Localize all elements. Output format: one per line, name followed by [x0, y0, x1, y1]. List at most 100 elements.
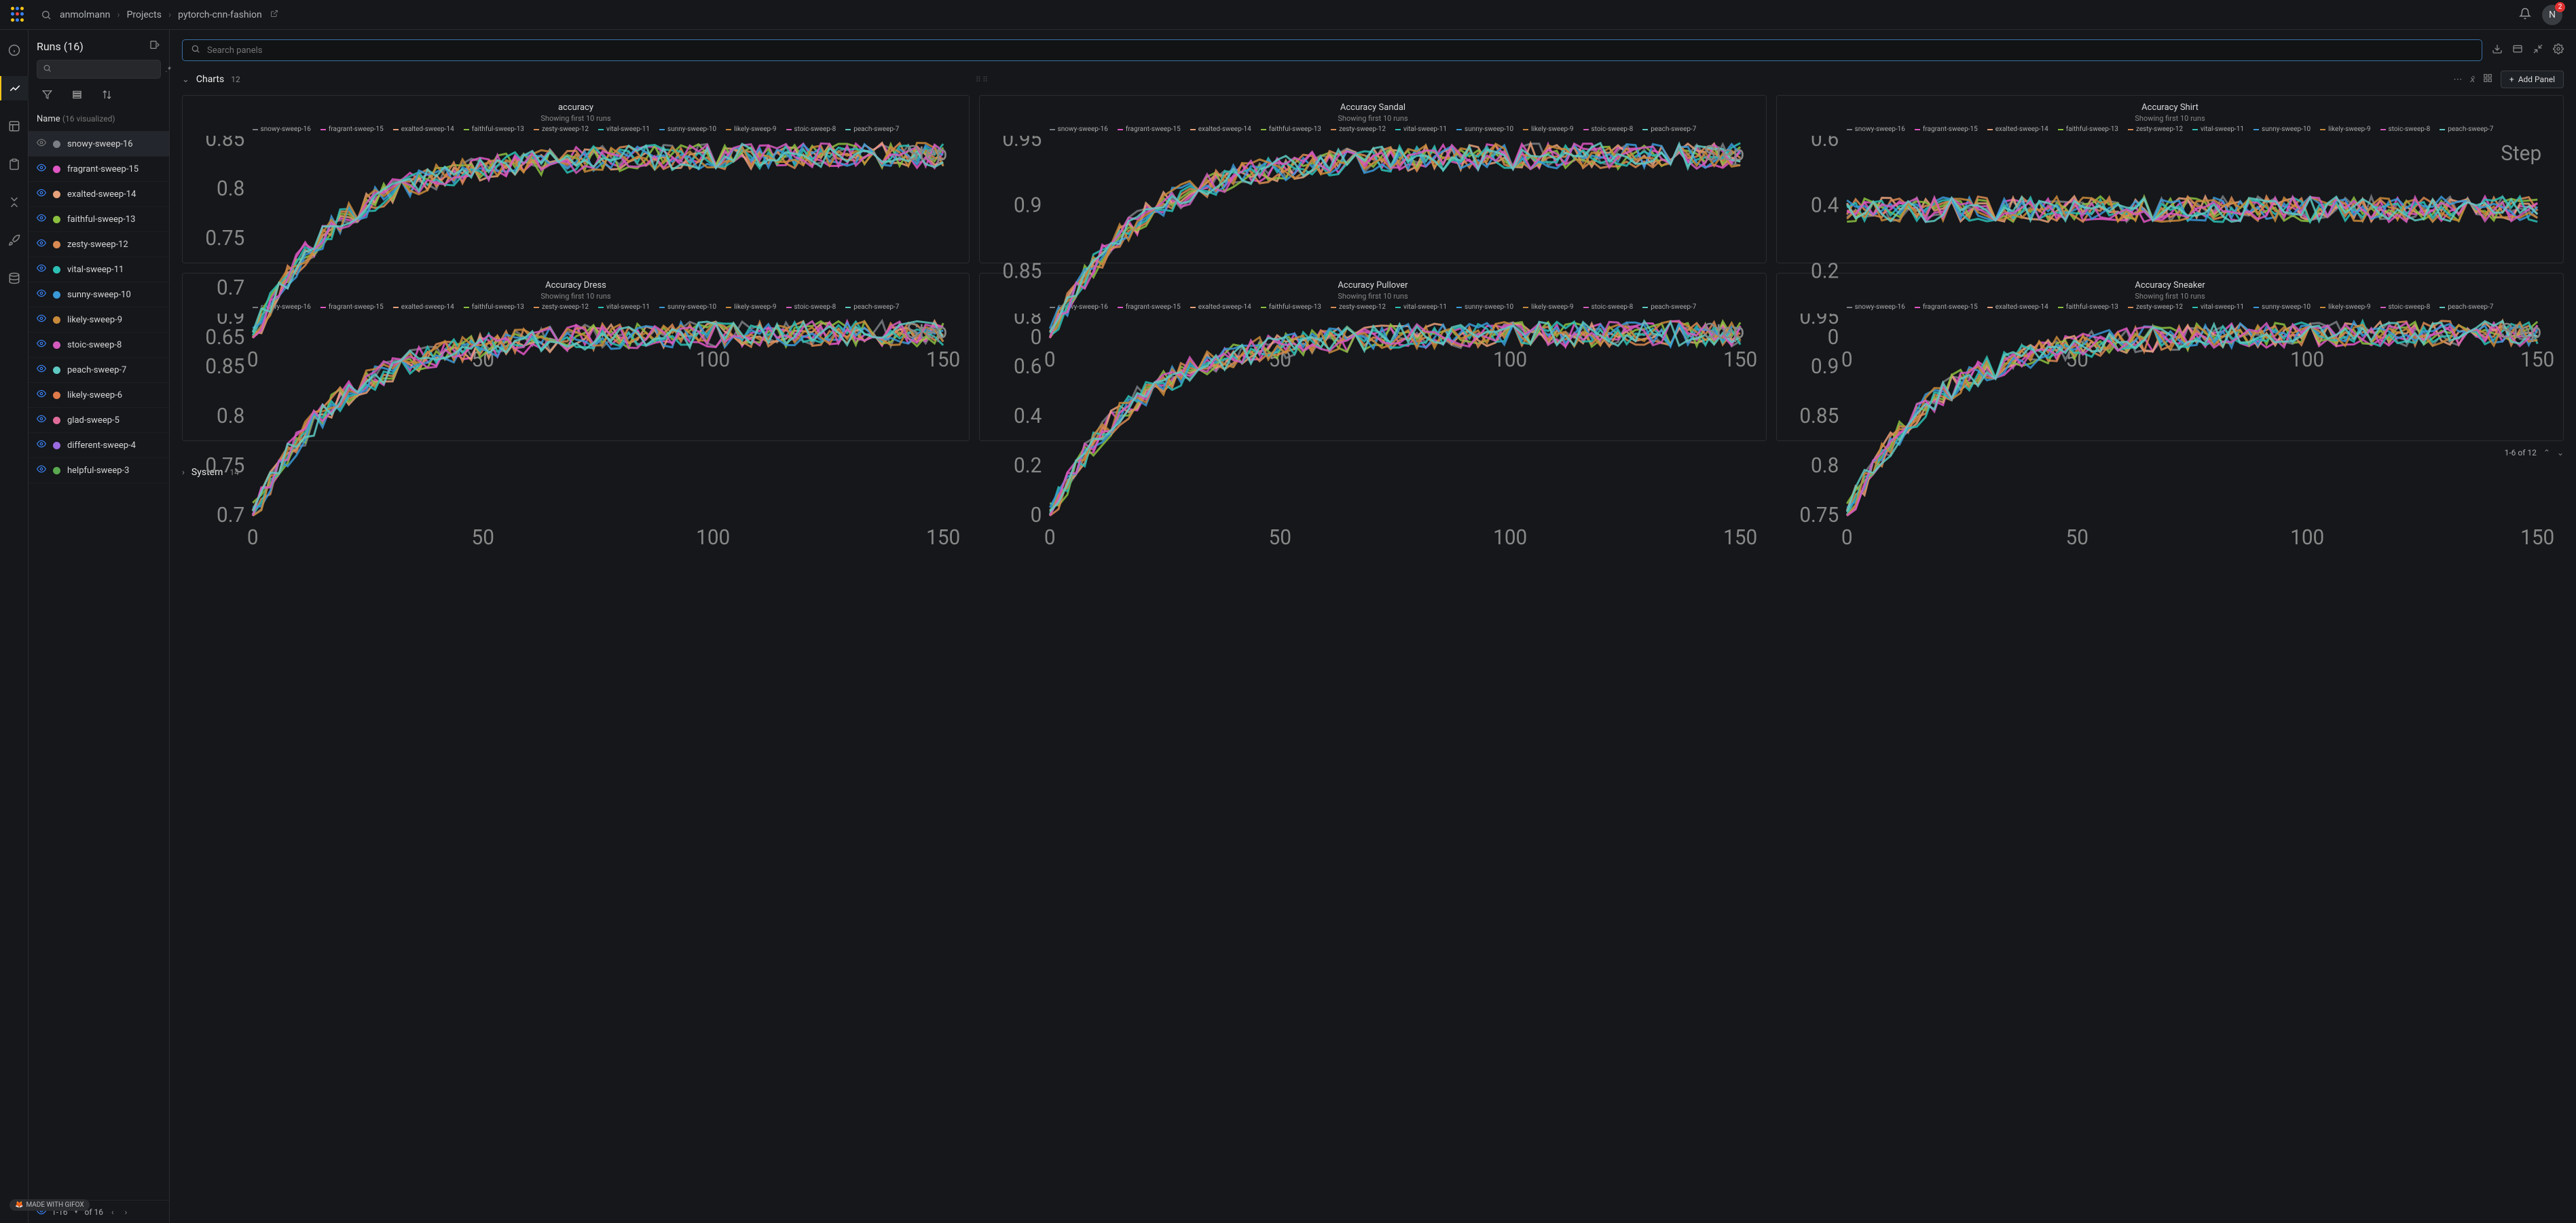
name-column-header[interactable]: Name (16 visualized) — [29, 107, 169, 132]
chart-panel[interactable]: Accuracy Sandal Showing first 10 runs sn… — [979, 95, 1767, 263]
chart-body[interactable]: 00.20.40.60.8 050100150 Step — [989, 314, 1756, 548]
settings-icon[interactable] — [2553, 43, 2564, 57]
run-item[interactable]: likely-sweep-9 — [29, 307, 169, 333]
artifacts-nav-icon[interactable] — [0, 266, 29, 290]
legend-item[interactable]: faithful-sweep-13 — [1261, 126, 1321, 133]
sweeps-nav-icon[interactable] — [0, 190, 29, 214]
legend-item[interactable]: faithful-sweep-13 — [464, 126, 524, 133]
info-icon[interactable] — [0, 38, 29, 62]
visibility-toggle-icon[interactable] — [37, 288, 46, 301]
legend-item[interactable]: stoic-sweep-8 — [786, 126, 836, 133]
legend-item[interactable]: zesty-sweep-12 — [534, 126, 589, 133]
legend-item[interactable]: likely-sweep-9 — [1523, 126, 1573, 133]
legend-item[interactable]: vital-sweep-11 — [1395, 126, 1447, 133]
run-item[interactable]: vital-sweep-11 — [29, 257, 169, 282]
visibility-toggle-icon[interactable] — [37, 314, 46, 326]
run-item[interactable]: peach-sweep-7 — [29, 358, 169, 383]
legend-item[interactable]: exalted-sweep-14 — [1987, 126, 2048, 133]
visibility-toggle-icon[interactable] — [37, 263, 46, 276]
legend-item[interactable]: fragrant-sweep-15 — [1118, 126, 1181, 133]
visibility-toggle-icon[interactable] — [37, 414, 46, 426]
launch-nav-icon[interactable] — [0, 228, 29, 252]
chart-panel[interactable]: accuracy Showing first 10 runs snowy-swe… — [182, 95, 970, 263]
drag-handle-icon[interactable]: ⠿⠿ — [976, 75, 989, 84]
autosize-icon[interactable] — [2512, 43, 2523, 57]
legend-item[interactable]: exalted-sweep-14 — [393, 126, 454, 133]
run-item[interactable]: exalted-sweep-14 — [29, 182, 169, 207]
legend-item[interactable]: vital-sweep-11 — [598, 126, 650, 133]
runs-search-input[interactable] — [56, 64, 162, 74]
wandb-logo[interactable] — [11, 7, 27, 23]
visibility-toggle-icon[interactable] — [37, 464, 46, 476]
legend-item[interactable]: sunny-sweep-10 — [659, 126, 716, 133]
expression-icon[interactable]: x̄ — [2470, 74, 2475, 85]
run-item[interactable]: faithful-sweep-13 — [29, 207, 169, 232]
legend-item[interactable]: stoic-sweep-8 — [1583, 126, 1634, 133]
visibility-toggle-icon[interactable] — [37, 138, 46, 150]
chart-body[interactable]: 0.70.750.80.850.9 050100150 Step — [192, 314, 959, 548]
legend-item[interactable]: fragrant-sweep-15 — [1915, 126, 1978, 133]
external-link-icon[interactable] — [270, 10, 278, 20]
legend-item[interactable]: likely-sweep-9 — [2320, 126, 2370, 133]
add-panel-button[interactable]: + Add Panel — [2501, 71, 2564, 88]
notifications-icon[interactable] — [2519, 7, 2531, 22]
run-item[interactable]: fragrant-sweep-15 — [29, 157, 169, 182]
run-item[interactable]: stoic-sweep-8 — [29, 333, 169, 358]
breadcrumb-user[interactable]: anmolmann — [60, 10, 110, 20]
chevron-right-icon[interactable]: › — [182, 468, 185, 478]
legend-item[interactable]: vital-sweep-11 — [2192, 126, 2244, 133]
charts-nav-icon[interactable] — [0, 76, 29, 100]
run-item[interactable]: zesty-sweep-12 — [29, 232, 169, 257]
run-item[interactable]: snowy-sweep-16 — [29, 132, 169, 157]
collapse-sidebar-icon[interactable] — [149, 39, 161, 53]
legend-item[interactable]: snowy-sweep-16 — [1847, 126, 1905, 133]
legend-item[interactable]: zesty-sweep-12 — [2128, 126, 2183, 133]
sort-icon[interactable] — [100, 88, 113, 100]
legend-item[interactable]: peach-sweep-7 — [1642, 126, 1696, 133]
export-icon[interactable] — [2492, 43, 2503, 57]
page-next-icon[interactable]: › — [122, 1207, 130, 1217]
group-icon[interactable] — [71, 88, 83, 100]
legend-item[interactable]: peach-sweep-7 — [2440, 126, 2493, 133]
user-avatar[interactable]: N 2 — [2542, 5, 2562, 25]
run-item[interactable]: glad-sweep-5 — [29, 408, 169, 433]
breadcrumb-projects[interactable]: Projects — [127, 10, 162, 20]
legend-item[interactable]: exalted-sweep-14 — [1190, 126, 1251, 133]
fullscreen-icon[interactable] — [2533, 43, 2543, 57]
legend-item[interactable]: snowy-sweep-16 — [1050, 126, 1108, 133]
visibility-toggle-icon[interactable] — [37, 364, 46, 376]
visibility-toggle-icon[interactable] — [37, 339, 46, 351]
visibility-toggle-icon[interactable] — [37, 389, 46, 401]
page-prev-icon[interactable]: ‹ — [109, 1207, 117, 1217]
panel-search-input[interactable] — [207, 45, 2473, 56]
legend-item[interactable]: fragrant-sweep-15 — [320, 126, 384, 133]
filter-icon[interactable] — [41, 88, 53, 100]
more-icon[interactable]: ⋯ — [2453, 75, 2462, 85]
table-nav-icon[interactable] — [0, 114, 29, 138]
legend-item[interactable]: sunny-sweep-10 — [1456, 126, 1513, 133]
legend-item[interactable]: faithful-sweep-13 — [2058, 126, 2118, 133]
visibility-toggle-icon[interactable] — [37, 213, 46, 225]
legend-item[interactable]: snowy-sweep-16 — [253, 126, 311, 133]
run-item[interactable]: helpful-sweep-3 — [29, 458, 169, 483]
legend-item[interactable]: sunny-sweep-10 — [2253, 126, 2311, 133]
run-item[interactable]: different-sweep-4 — [29, 433, 169, 458]
breadcrumb-project[interactable]: pytorch-cnn-fashion — [178, 10, 262, 20]
chart-panel[interactable]: Accuracy Shirt Showing first 10 runs sno… — [1776, 95, 2564, 263]
layout-icon[interactable] — [2483, 73, 2492, 86]
legend-item[interactable]: zesty-sweep-12 — [1331, 126, 1386, 133]
page-next-icon[interactable]: ⌄ — [2557, 448, 2564, 457]
global-search-icon[interactable] — [33, 10, 60, 20]
legend-item[interactable]: stoic-sweep-8 — [2380, 126, 2431, 133]
reports-nav-icon[interactable] — [0, 152, 29, 176]
visibility-toggle-icon[interactable] — [37, 238, 46, 250]
visibility-toggle-icon[interactable] — [37, 188, 46, 200]
visibility-toggle-icon[interactable] — [37, 439, 46, 451]
legend-item[interactable]: likely-sweep-9 — [726, 126, 776, 133]
run-item[interactable]: sunny-sweep-10 — [29, 282, 169, 307]
visibility-toggle-icon[interactable] — [37, 163, 46, 175]
legend-item[interactable]: peach-sweep-7 — [845, 126, 899, 133]
chart-body[interactable]: 0.750.80.850.90.95 050100150 Step — [1786, 314, 2554, 548]
run-item[interactable]: likely-sweep-6 — [29, 383, 169, 408]
chevron-down-icon[interactable]: ⌄ — [182, 75, 189, 85]
